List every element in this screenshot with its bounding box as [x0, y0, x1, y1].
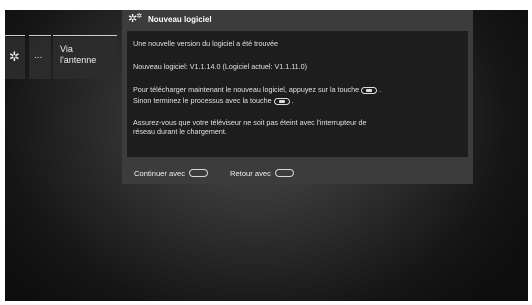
message-download: Pour télécharger maintenant le nouveau l… — [133, 85, 381, 94]
software-update-dialog: ✲✲ Nouveau logiciel Une nouvelle version… — [122, 10, 473, 184]
menu-divider — [53, 35, 117, 36]
back-label: Retour avec — [230, 169, 271, 178]
screen: ✲ ... Via l'antenne ✲✲ Nouveau logiciel … — [0, 0, 532, 305]
menu-item-antenna-line2: l'antenne — [60, 55, 97, 65]
message-download-end: . — [379, 85, 382, 94]
message-cancel: Sinon terminez le processus avec la touc… — [133, 96, 294, 105]
menu-item-antenna[interactable]: Via l'antenne — [53, 35, 117, 79]
menu-item-settings[interactable]: ✲ — [5, 35, 25, 79]
menu-divider — [5, 35, 25, 36]
message-download-text: Pour télécharger maintenant le nouveau l… — [133, 85, 360, 94]
message-warning-line2: réseau durant le chargement. — [133, 127, 227, 136]
message-cancel-text: Sinon terminez le processus avec la touc… — [133, 96, 272, 105]
message-cancel-end: . — [291, 96, 294, 105]
menu-divider — [29, 35, 51, 36]
gears-icon: ✲✲ — [128, 13, 143, 25]
menu-item-more-label: ... — [34, 50, 43, 61]
play-button-icon — [361, 86, 378, 94]
dialog-title: Nouveau logiciel — [148, 15, 212, 24]
dialog-header: ✲✲ Nouveau logiciel — [122, 10, 473, 30]
menu-item-antenna-label: Via l'antenne — [60, 44, 96, 66]
back-button-icon — [273, 97, 290, 105]
menu-item-more[interactable]: ... — [29, 35, 51, 79]
continue-label: Continuer avec — [134, 169, 186, 178]
dialog-body: Une nouvelle version du logiciel a été t… — [127, 31, 468, 157]
gear-icon: ✲ — [9, 49, 20, 64]
menu-item-antenna-line1: Via — [60, 44, 73, 54]
dialog-footer: Continuer avec Retour avec — [122, 162, 473, 184]
continue-button[interactable]: Continuer avec — [134, 169, 209, 178]
message-found: Une nouvelle version du logiciel a été t… — [133, 39, 279, 48]
back-button-icon — [275, 169, 295, 177]
message-versions: Nouveau logiciel: V1.1.14.0 (Logiciel ac… — [133, 62, 308, 71]
back-button[interactable]: Retour avec — [230, 169, 295, 178]
play-button-icon — [189, 169, 209, 177]
tv-display: ✲ ... Via l'antenne ✲✲ Nouveau logiciel … — [5, 10, 528, 301]
message-warning-line1: Assurez-vous que votre téléviseur ne soi… — [133, 118, 367, 127]
